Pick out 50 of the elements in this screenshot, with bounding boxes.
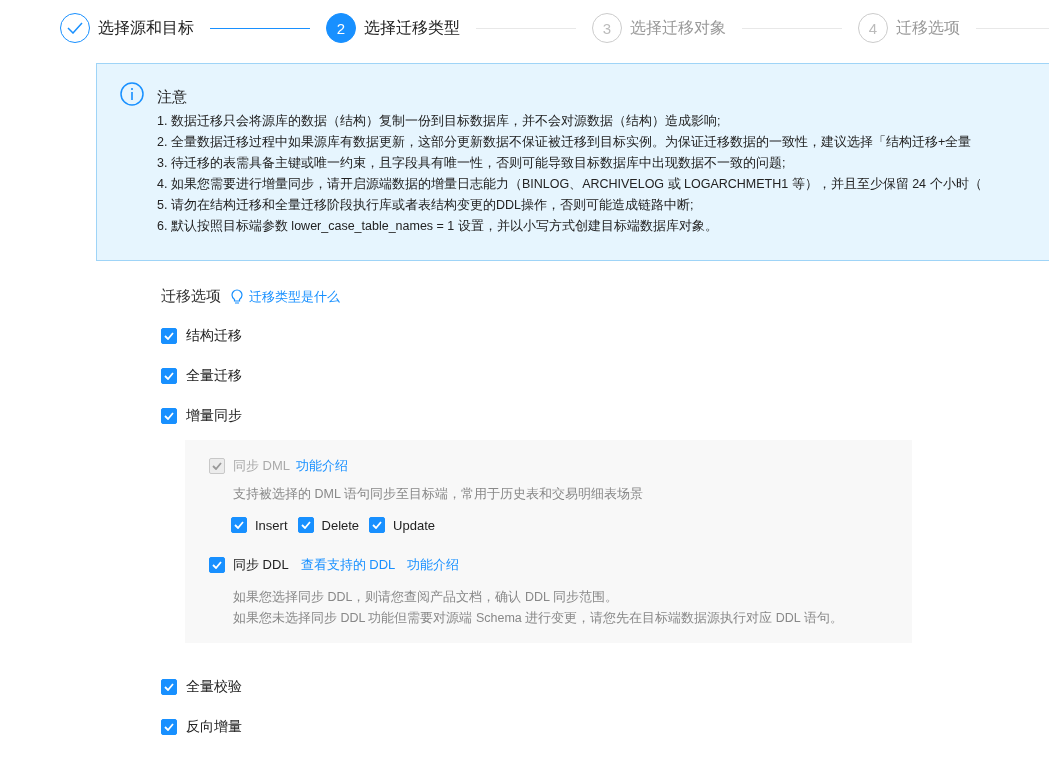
check-icon <box>67 22 83 34</box>
notice-title: 注意 <box>157 88 188 107</box>
feature-link[interactable]: 查看支持的 DDL <box>300 556 396 574</box>
checkbox-label: 全量迁移 <box>186 367 242 385</box>
notice-text: 5. 请勿在结构迁移和全量迁移阶段执行库或者表结构变更的DDL操作，否则可能造成链路中断; <box>157 197 695 214</box>
checkbox-label: 同步 DML <box>233 457 291 475</box>
step-label: 迁移选项 <box>896 17 960 38</box>
description-text: 如果您选择同步 DDL，则请您查阅产品文档，确认 DDL 同步范围。 <box>232 589 619 606</box>
checkbox-label: Update <box>393 517 435 533</box>
checkbox-label: Insert <box>255 517 288 533</box>
checkbox[interactable] <box>161 328 177 344</box>
help-link[interactable]: 迁移类型是什么 <box>249 287 340 306</box>
checkbox-label: 增量同步 <box>186 407 242 425</box>
checkbox-label: 反向增量 <box>186 718 242 736</box>
checkbox-label: 结构迁移 <box>186 327 242 345</box>
checkbox-label: Delete <box>321 517 360 533</box>
checkmark-icon <box>212 462 222 470</box>
step-label: 选择迁移类型 <box>364 17 460 38</box>
step-indicator: 3 <box>592 13 622 43</box>
checkmark-icon <box>212 561 222 569</box>
checkmark-icon <box>164 372 174 380</box>
checkmark-icon <box>164 723 174 731</box>
description-text: 如果您未选择同步 DDL 功能但需要对源端 Schema 进行变更，请您先在目标端数据源执行对应 DDL 语句。 <box>232 610 844 627</box>
step-indicator: 4 <box>858 13 888 43</box>
checkbox[interactable] <box>161 719 177 735</box>
info-icon <box>120 82 144 106</box>
feature-link[interactable]: 功能介绍 <box>407 556 460 574</box>
step-indicator: 2 <box>326 13 356 43</box>
checkbox[interactable] <box>161 679 177 695</box>
checkmark-icon <box>372 521 383 529</box>
checkmark-icon <box>164 332 174 340</box>
lightbulb-icon <box>231 289 243 304</box>
notice-text: 6. 默认按照目标端参数 lower_case_table_names = 1 设置，并以小写方式创建目标端数据库对象。 <box>157 218 719 235</box>
section-title: 迁移选项 <box>161 287 221 306</box>
checkbox-label: 全量校验 <box>186 678 242 696</box>
checkbox-label: 同步 DDL <box>233 556 289 574</box>
checkmark-icon <box>164 412 174 420</box>
checkmark-icon <box>300 521 311 529</box>
checkbox[interactable] <box>161 368 177 384</box>
description-text: 支持被选择的 DML 语句同步至目标端，常用于历史表和交易明细表场景 <box>232 486 644 503</box>
checkbox[interactable] <box>209 557 225 573</box>
checkmark-icon <box>164 683 174 691</box>
step-label: 选择源和目标 <box>98 17 194 38</box>
checkbox[interactable] <box>161 408 177 424</box>
notice-text: 3. 待迁移的表需具备主键或唯一约束，且字段具有唯一性，否则可能导致目标数据库中出现数据不一致的问题; <box>157 155 787 172</box>
notice-text: 2. 全量数据迁移过程中如果源库有数据更新，这部分更新数据不保证被迁移到目标实例。为保证迁移数据的一致性，建议选择「结构迁移+全量 <box>157 134 973 151</box>
notice-text: 4. 如果您需要进行增量同步，请开启源端数据的增量日志能力（BINLOG、ARCHIVELOG 或 LOGARCHMETH1 等），并且至少保留 24 个小时（ <box>157 176 982 193</box>
checkmark-icon <box>234 521 244 529</box>
step-label: 选择迁移对象 <box>630 17 726 38</box>
notice-text: 1. 数据迁移只会将源库的数据（结构）复制一份到目标数据库，并不会对源数据（结构）造成影响; <box>157 113 722 130</box>
